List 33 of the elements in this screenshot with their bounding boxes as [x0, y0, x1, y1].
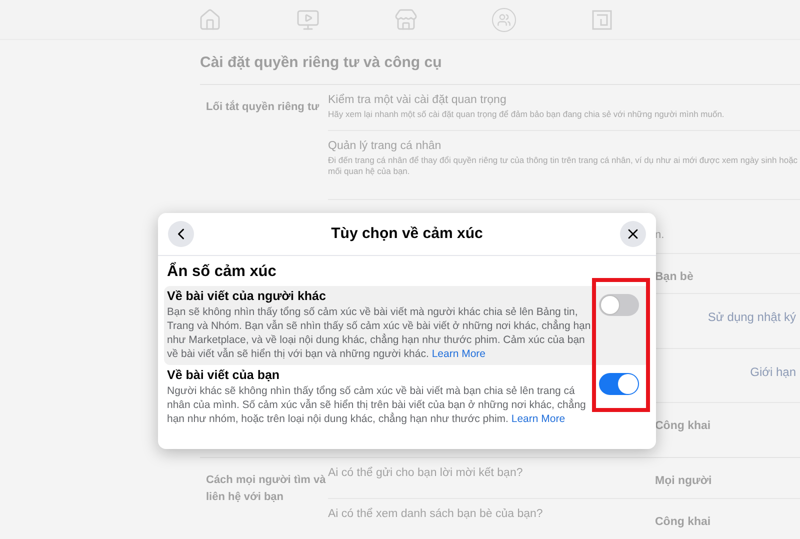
option-description: Bạn sẽ không nhìn thấy tổng số cảm xúc về bài viết mà người khác chia sẻ lên Bảng tin, Trang và Nhóm. Bạn vẫn sẽ nhìn thấy số cảm xúc về bài viết ở những nơi khác, chẳng hạn như Marketplace, và về loại nội dung khác, chẳng hạn như thước phim. Cảm xúc của bạn về bài viết vẫn sẽ hiển thị với bạn và những người khác. Learn More: [167, 305, 591, 361]
setting-description: Đi đến trang cá nhân để thay đổi quyền riêng tư của thông tin trên trang cá nhân, ví dụ như ai mới được xem ngày sinh hoặc mối quan hệ của bạn.: [328, 155, 798, 178]
setting-title: Kiểm tra một vài cài đặt quan trọng: [328, 92, 508, 108]
learn-more-link[interactable]: Learn More: [511, 413, 566, 425]
setting-value: Công khai: [655, 420, 711, 432]
learn-more-link[interactable]: Learn More: [432, 348, 486, 360]
option-description: Người khác sẽ không nhìn thấy tổng số cảm xúc về bài viết mà bạn chia sẻ lên trang cá nhân của mình. Số cảm xúc vẫn sẽ hiển thị trên bài viết của bạn ở những nơi khác, chẳng hạn như nhóm, hoặc trên loại nội dung khác, chẳng hạn như thước phim. Learn More: [167, 384, 587, 426]
option-title: Về bài viết của người khác: [167, 288, 327, 305]
setting-description: Hãy xem lại nhanh một số cài đặt quan trọng để đảm bảo bạn đang chia sẻ với những người mình muốn.: [328, 109, 726, 120]
dialog-title: Tùy chọn về cảm xúc: [331, 224, 483, 244]
toggle-switch[interactable]: [599, 373, 639, 395]
page-title: Cài đặt quyền riêng tư và công cụ: [200, 40, 800, 85]
group-icon[interactable]: [492, 8, 516, 32]
section-label: Lối tắt quyền riêng tư: [206, 99, 320, 115]
setting-link[interactable]: Sử dụng nhật ký: [708, 308, 796, 326]
home-icon[interactable]: [198, 8, 222, 32]
option-title: Về bài viết của bạn: [167, 367, 281, 384]
section-label: Cách mọi người tìm và liên hệ với bạn: [206, 473, 327, 505]
setting-title: Ai có thể gửi cho bạn lời mời kết bạn?: [328, 466, 524, 481]
setting-value: Công khai: [655, 516, 711, 528]
store-icon[interactable]: [394, 8, 418, 32]
setting-title: Quản lý trang cá nhân: [328, 139, 442, 154]
toggle-switch[interactable]: [599, 294, 639, 316]
section-heading: Ẩn số cảm xúc: [166, 261, 278, 282]
setting-value: Bạn bè: [655, 271, 694, 283]
setting-link[interactable]: Giới hạn: [750, 363, 796, 381]
setting-value: Mọi người: [655, 475, 712, 487]
back-button[interactable]: [168, 221, 194, 247]
description-text: n.: [655, 228, 664, 243]
close-button[interactable]: [620, 221, 646, 247]
setting-title: Ai có thể xem danh sách bạn bè của bạn?: [328, 506, 544, 522]
video-icon[interactable]: [296, 8, 320, 32]
square-icon[interactable]: [592, 10, 612, 30]
